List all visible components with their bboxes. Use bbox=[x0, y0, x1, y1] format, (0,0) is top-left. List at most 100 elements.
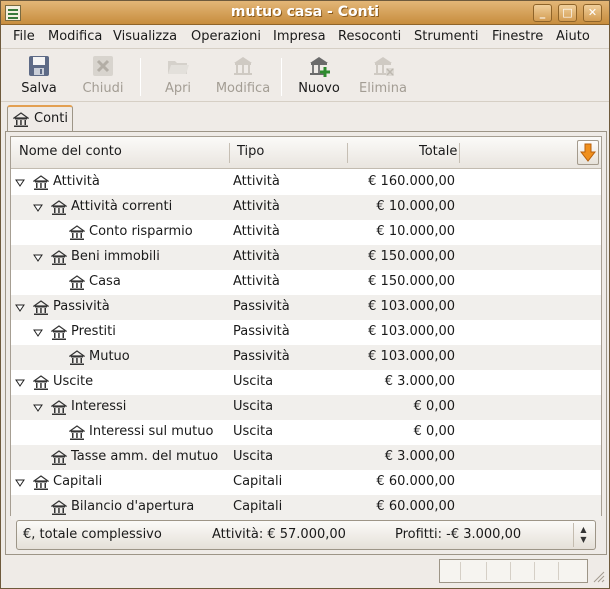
menu-impresa[interactable]: Impresa bbox=[273, 29, 326, 44]
resize-grip-icon[interactable] bbox=[591, 569, 605, 583]
summary-selector-spin[interactable]: ▲ ▼ bbox=[573, 523, 593, 547]
account-row[interactable]: Attività correnti Attività € 10.000,00 bbox=[11, 195, 601, 220]
account-row[interactable]: Capitali Capitali € 60.000,00 bbox=[11, 470, 601, 495]
menu-aiuto[interactable]: Aiuto bbox=[556, 29, 590, 44]
expander-icon[interactable] bbox=[33, 327, 43, 337]
expander-icon[interactable] bbox=[33, 202, 43, 212]
bank-icon bbox=[50, 450, 68, 470]
account-row[interactable]: Interessi Uscita € 0,00 bbox=[11, 395, 601, 420]
account-row[interactable]: Mutuo Passività € 103.000,00 bbox=[11, 345, 601, 370]
bank-icon bbox=[50, 250, 68, 270]
summary-currency: €, totale complessivo bbox=[23, 527, 162, 542]
minimize-button[interactable]: _ bbox=[533, 4, 552, 22]
account-type: Capitali bbox=[233, 474, 283, 489]
tab-conti[interactable]: Conti bbox=[7, 105, 73, 132]
account-row[interactable]: Attività Attività € 160.000,00 bbox=[11, 170, 601, 195]
close-button[interactable]: Chiudi bbox=[81, 54, 125, 96]
account-name: Uscite bbox=[53, 374, 94, 389]
close-document-icon bbox=[91, 54, 115, 78]
title-bar[interactable]: mutuo casa - Conti _ □ ✕ bbox=[1, 1, 609, 25]
toolbar-separator bbox=[140, 58, 141, 96]
edit-button[interactable]: Modifica bbox=[215, 54, 271, 96]
delete-button[interactable]: Elimina bbox=[359, 54, 407, 96]
menu-operazioni[interactable]: Operazioni bbox=[191, 29, 261, 44]
column-separator[interactable] bbox=[229, 143, 230, 163]
menu-resoconti[interactable]: Resoconti bbox=[338, 29, 401, 44]
new-account-button[interactable]: Nuovo bbox=[297, 54, 341, 96]
account-row[interactable]: Bilancio d'apertura Capitali € 60.000,00 bbox=[11, 495, 601, 520]
menu-bar: File Modifica Visualizza Operazioni Impr… bbox=[1, 26, 609, 49]
account-total: € 3.000,00 bbox=[384, 449, 455, 464]
expander-icon[interactable] bbox=[33, 252, 43, 262]
menu-file[interactable]: File bbox=[13, 29, 35, 44]
account-row[interactable]: Conto risparmio Attività € 10.000,00 bbox=[11, 220, 601, 245]
account-type: Attività bbox=[233, 224, 280, 239]
expander-icon[interactable] bbox=[15, 477, 25, 487]
account-name: Interessi sul mutuo bbox=[89, 424, 214, 439]
account-row[interactable]: Prestiti Passività € 103.000,00 bbox=[11, 320, 601, 345]
menu-visualizza[interactable]: Visualizza bbox=[113, 29, 177, 44]
menu-finestre[interactable]: Finestre bbox=[492, 29, 543, 44]
account-type: Passività bbox=[233, 349, 290, 364]
expander-icon[interactable] bbox=[15, 177, 25, 187]
edit-account-icon bbox=[231, 54, 255, 78]
progress-bar bbox=[439, 559, 588, 583]
new-account-icon bbox=[307, 54, 331, 78]
bank-icon bbox=[32, 300, 50, 320]
account-name: Mutuo bbox=[89, 349, 130, 364]
open-button[interactable]: Apri bbox=[161, 54, 195, 96]
spin-down-icon[interactable]: ▼ bbox=[574, 535, 593, 545]
maximize-button[interactable]: □ bbox=[558, 4, 577, 22]
account-row[interactable]: Uscite Uscita € 3.000,00 bbox=[11, 370, 601, 395]
account-total: € 150.000,00 bbox=[368, 274, 455, 289]
account-type: Capitali bbox=[233, 499, 283, 514]
bank-icon bbox=[32, 375, 50, 395]
save-button[interactable]: Salva bbox=[19, 54, 59, 96]
account-row[interactable]: Casa Attività € 150.000,00 bbox=[11, 270, 601, 295]
account-name: Bilancio d'apertura bbox=[71, 499, 195, 514]
account-row[interactable]: Interessi sul mutuo Uscita € 0,00 bbox=[11, 420, 601, 445]
account-type: Uscita bbox=[233, 424, 274, 439]
menu-strumenti[interactable]: Strumenti bbox=[414, 29, 479, 44]
account-row[interactable]: Tasse amm. del mutuo Uscita € 3.000,00 bbox=[11, 445, 601, 470]
bank-icon bbox=[32, 175, 50, 195]
bank-icon bbox=[50, 400, 68, 420]
expander-icon[interactable] bbox=[15, 302, 25, 312]
account-name: Conto risparmio bbox=[89, 224, 193, 239]
bank-icon bbox=[50, 500, 68, 520]
account-total: € 60.000,00 bbox=[376, 474, 455, 489]
account-name: Attività correnti bbox=[71, 199, 173, 214]
account-type: Passività bbox=[233, 299, 290, 314]
account-name: Capitali bbox=[53, 474, 103, 489]
account-total: € 10.000,00 bbox=[376, 199, 455, 214]
delete-account-icon bbox=[371, 54, 395, 78]
menu-modifica[interactable]: Modifica bbox=[48, 29, 102, 44]
column-separator[interactable] bbox=[459, 143, 460, 163]
folder-open-icon bbox=[166, 54, 190, 78]
column-header-total[interactable]: Totale bbox=[419, 144, 457, 159]
account-type: Passività bbox=[233, 324, 290, 339]
account-type: Uscita bbox=[233, 374, 274, 389]
account-row[interactable]: Passività Passività € 103.000,00 bbox=[11, 295, 601, 320]
column-chooser-button[interactable] bbox=[577, 140, 599, 165]
account-total: € 103.000,00 bbox=[368, 299, 455, 314]
account-type: Attività bbox=[233, 199, 280, 214]
column-header-type[interactable]: Tipo bbox=[237, 144, 264, 159]
column-header-name[interactable]: Nome del conto bbox=[19, 144, 122, 159]
account-type: Attività bbox=[233, 274, 280, 289]
close-window-button[interactable]: ✕ bbox=[583, 4, 602, 22]
summary-profits: Profitti: -€ 3.000,00 bbox=[395, 527, 522, 542]
status-bar bbox=[1, 557, 609, 588]
spin-up-icon[interactable]: ▲ bbox=[574, 525, 593, 535]
arrow-down-icon bbox=[580, 143, 596, 162]
account-total: € 60.000,00 bbox=[376, 499, 455, 514]
column-separator[interactable] bbox=[347, 143, 348, 163]
accounts-tree[interactable]: Nome del conto Tipo Totale Attività Attiv… bbox=[10, 136, 602, 520]
expander-icon[interactable] bbox=[33, 402, 43, 412]
account-name: Interessi bbox=[71, 399, 127, 414]
toolbar-separator bbox=[281, 58, 282, 96]
account-name: Beni immobili bbox=[71, 249, 160, 264]
expander-icon[interactable] bbox=[15, 377, 25, 387]
account-row[interactable]: Beni immobili Attività € 150.000,00 bbox=[11, 245, 601, 270]
bank-icon bbox=[68, 225, 86, 245]
